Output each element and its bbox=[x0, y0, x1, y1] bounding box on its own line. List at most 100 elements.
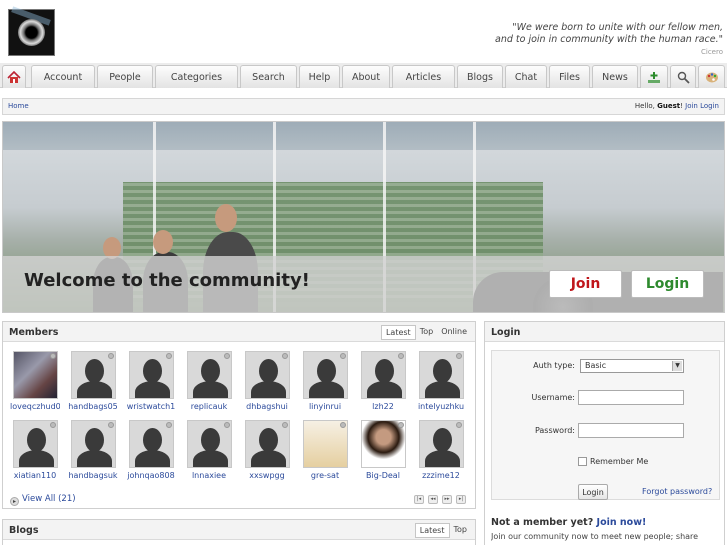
status-dot-icon bbox=[50, 422, 56, 428]
member-card[interactable]: gre-sat bbox=[300, 420, 350, 482]
status-dot-icon bbox=[456, 353, 462, 359]
member-card[interactable]: zzzime12 bbox=[416, 420, 466, 482]
member-avatar[interactable] bbox=[13, 351, 58, 399]
member-name[interactable]: xiatian110 bbox=[10, 471, 60, 480]
member-name[interactable]: lzh22 bbox=[358, 402, 408, 411]
header-join-link[interactable]: Join bbox=[685, 102, 698, 110]
join-button[interactable]: Join bbox=[549, 270, 622, 298]
avatar-silhouette-head bbox=[143, 428, 162, 452]
member-name[interactable]: Big-Deal bbox=[358, 471, 408, 480]
blogs-panel-header: Blogs Latest Top bbox=[3, 520, 475, 540]
avatar-silhouette-head bbox=[143, 359, 162, 383]
header-login-link[interactable]: Login bbox=[700, 102, 719, 110]
tab-search-icon[interactable] bbox=[670, 65, 696, 88]
tab-people[interactable]: People bbox=[97, 65, 153, 88]
member-name[interactable]: handbagsuk bbox=[68, 471, 118, 480]
member-avatar[interactable] bbox=[303, 420, 348, 468]
tab-articles[interactable]: Articles bbox=[392, 65, 455, 88]
status-dot-icon bbox=[456, 422, 462, 428]
member-card[interactable]: johnqao808 bbox=[126, 420, 176, 482]
tab-search[interactable]: Search bbox=[240, 65, 297, 88]
members-tab-top[interactable]: Top bbox=[416, 325, 438, 340]
member-avatar[interactable] bbox=[419, 420, 464, 468]
blogs-tab-latest[interactable]: Latest bbox=[414, 523, 450, 538]
status-dot-icon bbox=[282, 422, 288, 428]
join-now-link[interactable]: Join now! bbox=[597, 517, 647, 528]
member-avatar[interactable] bbox=[71, 351, 116, 399]
tab-home[interactable] bbox=[2, 65, 26, 88]
tab-files[interactable]: Files bbox=[549, 65, 590, 88]
member-name[interactable]: dhbagshui bbox=[242, 402, 292, 411]
member-name[interactable]: johnqao808 bbox=[126, 471, 176, 480]
member-card[interactable]: intelyuzhku bbox=[416, 351, 466, 413]
search-icon bbox=[677, 71, 690, 84]
view-all-members[interactable]: ▸ View All (21) bbox=[10, 494, 76, 506]
member-card[interactable]: lnnaxiee bbox=[184, 420, 234, 482]
auth-type-select[interactable]: Basic ▼ bbox=[580, 359, 684, 373]
member-name[interactable]: gre-sat bbox=[300, 471, 350, 480]
member-card[interactable]: handbagsuk bbox=[68, 420, 118, 482]
auth-type-value: Basic bbox=[585, 361, 607, 370]
member-avatar[interactable] bbox=[129, 420, 174, 468]
member-card[interactable]: replicauk bbox=[184, 351, 234, 413]
login-button[interactable]: Login bbox=[631, 270, 704, 298]
member-name[interactable]: handbags05 bbox=[68, 402, 118, 411]
member-card[interactable]: wristwatch1 bbox=[126, 351, 176, 413]
tab-chat[interactable]: Chat bbox=[505, 65, 547, 88]
member-card[interactable]: loveqczhud0 bbox=[10, 351, 60, 413]
pager-next-icon[interactable]: ▸▸ bbox=[442, 495, 452, 504]
member-card[interactable]: xiatian110 bbox=[10, 420, 60, 482]
member-card[interactable]: dhbagshui bbox=[242, 351, 292, 413]
member-avatar[interactable] bbox=[245, 351, 290, 399]
member-card[interactable]: lzh22 bbox=[358, 351, 408, 413]
pager-first-icon[interactable]: |◂ bbox=[414, 495, 424, 504]
tab-theme[interactable] bbox=[698, 65, 725, 88]
member-card[interactable]: xxswpgg bbox=[242, 420, 292, 482]
member-avatar[interactable] bbox=[361, 420, 406, 468]
tab-about[interactable]: About bbox=[342, 65, 390, 88]
member-avatar[interactable] bbox=[303, 351, 348, 399]
member-card[interactable]: handbags05 bbox=[68, 351, 118, 413]
tab-news[interactable]: News bbox=[592, 65, 638, 88]
forgot-password-link[interactable]: Forgot password? bbox=[642, 487, 712, 496]
member-avatar[interactable] bbox=[187, 420, 232, 468]
member-name[interactable]: linyinrui bbox=[300, 402, 350, 411]
member-card[interactable]: linyinrui bbox=[300, 351, 350, 413]
tab-blogs[interactable]: Blogs bbox=[457, 65, 503, 88]
blogs-tab-top[interactable]: Top bbox=[450, 523, 472, 538]
breadcrumb-home-link[interactable]: Home bbox=[8, 102, 29, 110]
member-avatar[interactable] bbox=[13, 420, 58, 468]
member-avatar[interactable] bbox=[419, 351, 464, 399]
member-card[interactable]: Big-Deal bbox=[358, 420, 408, 482]
login-submit-button[interactable]: Login bbox=[578, 484, 608, 500]
site-logo[interactable] bbox=[8, 6, 55, 56]
banner-person-head bbox=[215, 204, 237, 232]
view-all-link[interactable]: View All (21) bbox=[22, 494, 76, 504]
member-avatar[interactable] bbox=[71, 420, 116, 468]
remember-me-checkbox[interactable] bbox=[578, 457, 587, 466]
member-avatar[interactable] bbox=[361, 351, 406, 399]
members-tab-latest[interactable]: Latest bbox=[380, 325, 416, 340]
avatar-silhouette-head bbox=[433, 359, 452, 383]
member-name[interactable]: xxswpgg bbox=[242, 471, 292, 480]
member-name[interactable]: wristwatch1 bbox=[126, 402, 176, 411]
pager-last-icon[interactable]: ▸| bbox=[456, 495, 466, 504]
pager-prev-icon[interactable]: ◂◂ bbox=[428, 495, 438, 504]
password-field[interactable] bbox=[578, 423, 684, 438]
member-name[interactable]: lnnaxiee bbox=[184, 471, 234, 480]
tab-help[interactable]: Help bbox=[299, 65, 340, 88]
tab-add-content[interactable] bbox=[640, 65, 668, 88]
username-field[interactable] bbox=[578, 390, 684, 405]
tab-account[interactable]: Account bbox=[31, 65, 95, 88]
member-name[interactable]: intelyuzhku bbox=[416, 402, 466, 411]
avatar-silhouette-body bbox=[367, 381, 402, 398]
member-avatar[interactable] bbox=[187, 351, 232, 399]
member-name[interactable]: loveqczhud0 bbox=[10, 402, 60, 411]
member-avatar[interactable] bbox=[245, 420, 290, 468]
member-name[interactable]: replicauk bbox=[184, 402, 234, 411]
member-avatar[interactable] bbox=[129, 351, 174, 399]
tab-categories[interactable]: Categories bbox=[155, 65, 238, 88]
members-tab-online[interactable]: Online bbox=[437, 325, 471, 340]
avatar-silhouette-head bbox=[317, 359, 336, 383]
member-name[interactable]: zzzime12 bbox=[416, 471, 466, 480]
